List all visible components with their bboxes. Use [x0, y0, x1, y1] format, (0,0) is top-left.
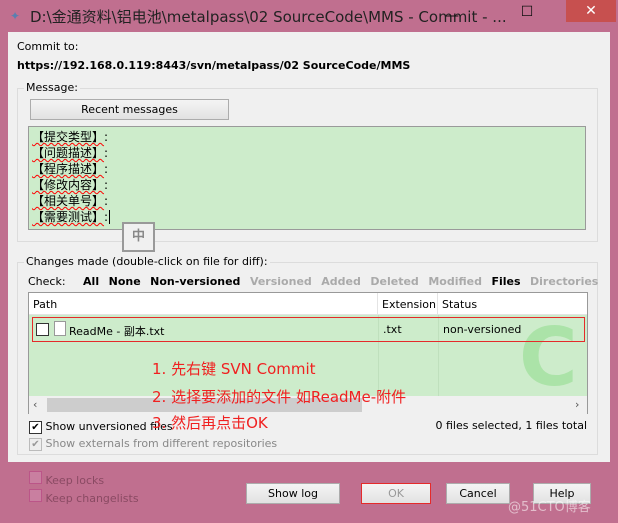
- annotation-step-3: 3. 然后再点击OK: [152, 414, 268, 432]
- commit-to-label: Commit to:: [17, 40, 79, 53]
- row-checkbox[interactable]: [36, 323, 49, 336]
- ok-button[interactable]: OK: [361, 483, 431, 504]
- show-log-button[interactable]: Show log: [246, 483, 340, 504]
- check-label: Check:: [28, 275, 66, 288]
- tortoisesvn-icon: ✦: [10, 9, 21, 23]
- message-label: Message:: [24, 81, 80, 94]
- scroll-right-icon[interactable]: ›: [575, 398, 579, 411]
- window-title: D:\金通资料\铝电池\metalpass\02 SourceCode\MMS …: [30, 8, 507, 26]
- keep-changelists-option: Keep changelists: [29, 489, 139, 505]
- recent-messages-button[interactable]: Recent messages: [30, 99, 229, 120]
- ime-indicator: 中: [122, 222, 155, 252]
- message-textarea[interactable]: 【提交类型】: 【问题描述】: 【程序描述】: 【修改内容】: 【相关单号】: …: [28, 126, 586, 230]
- minimize-button[interactable]: —: [440, 8, 464, 24]
- show-unversioned-checkbox[interactable]: ✔: [29, 421, 42, 434]
- list-header: Path Extension Status: [29, 293, 587, 315]
- row-status: non-versioned: [443, 323, 522, 336]
- filter-none[interactable]: None: [109, 275, 141, 288]
- row-extension: .txt: [383, 323, 402, 336]
- keep-locks-option: Keep locks: [29, 471, 104, 487]
- text-file-icon: [54, 321, 66, 336]
- filter-modified: Modified: [428, 275, 482, 288]
- close-button[interactable]: ✕: [566, 0, 616, 22]
- row-path: ReadMe - 副本.txt: [69, 325, 165, 338]
- column-path[interactable]: Path: [29, 293, 378, 314]
- changes-label: Changes made (double-click on file for d…: [24, 255, 270, 268]
- annotation-step-1: 1. 先右键 SVN Commit: [152, 360, 316, 378]
- commit-url: https://192.168.0.119:8443/svn/metalpass…: [17, 59, 411, 72]
- filter-added: Added: [321, 275, 361, 288]
- column-extension[interactable]: Extension: [378, 293, 438, 314]
- filter-non-versioned[interactable]: Non-versioned: [150, 275, 240, 288]
- maximize-button[interactable]: ☐: [515, 4, 539, 20]
- title-bar: ✦ D:\金通资料\铝电池\metalpass\02 SourceCode\MM…: [0, 0, 618, 32]
- table-row[interactable]: ReadMe - 副本.txt .txt non-versioned: [32, 317, 585, 342]
- filter-files[interactable]: Files: [491, 275, 520, 288]
- cancel-button[interactable]: Cancel: [446, 483, 510, 504]
- filter-deleted: Deleted: [370, 275, 419, 288]
- files-summary: 0 files selected, 1 files total: [435, 419, 587, 432]
- watermark: @51CTO博客: [508, 500, 591, 515]
- filter-all[interactable]: All: [83, 275, 99, 288]
- scroll-left-icon[interactable]: ‹: [33, 398, 37, 411]
- check-filter-bar: Check: All None Non-versioned Versioned …: [28, 275, 604, 288]
- filter-versioned: Versioned: [249, 275, 312, 288]
- show-externals-option: ✔ Show externals from different reposito…: [29, 437, 277, 451]
- show-externals-label: Show externals from different repositori…: [45, 437, 278, 450]
- annotation-step-2: 2. 选择要添加的文件 如ReadMe-附件: [152, 388, 407, 406]
- filter-directories: Directories: [530, 275, 599, 288]
- show-externals-checkbox: ✔: [29, 438, 42, 451]
